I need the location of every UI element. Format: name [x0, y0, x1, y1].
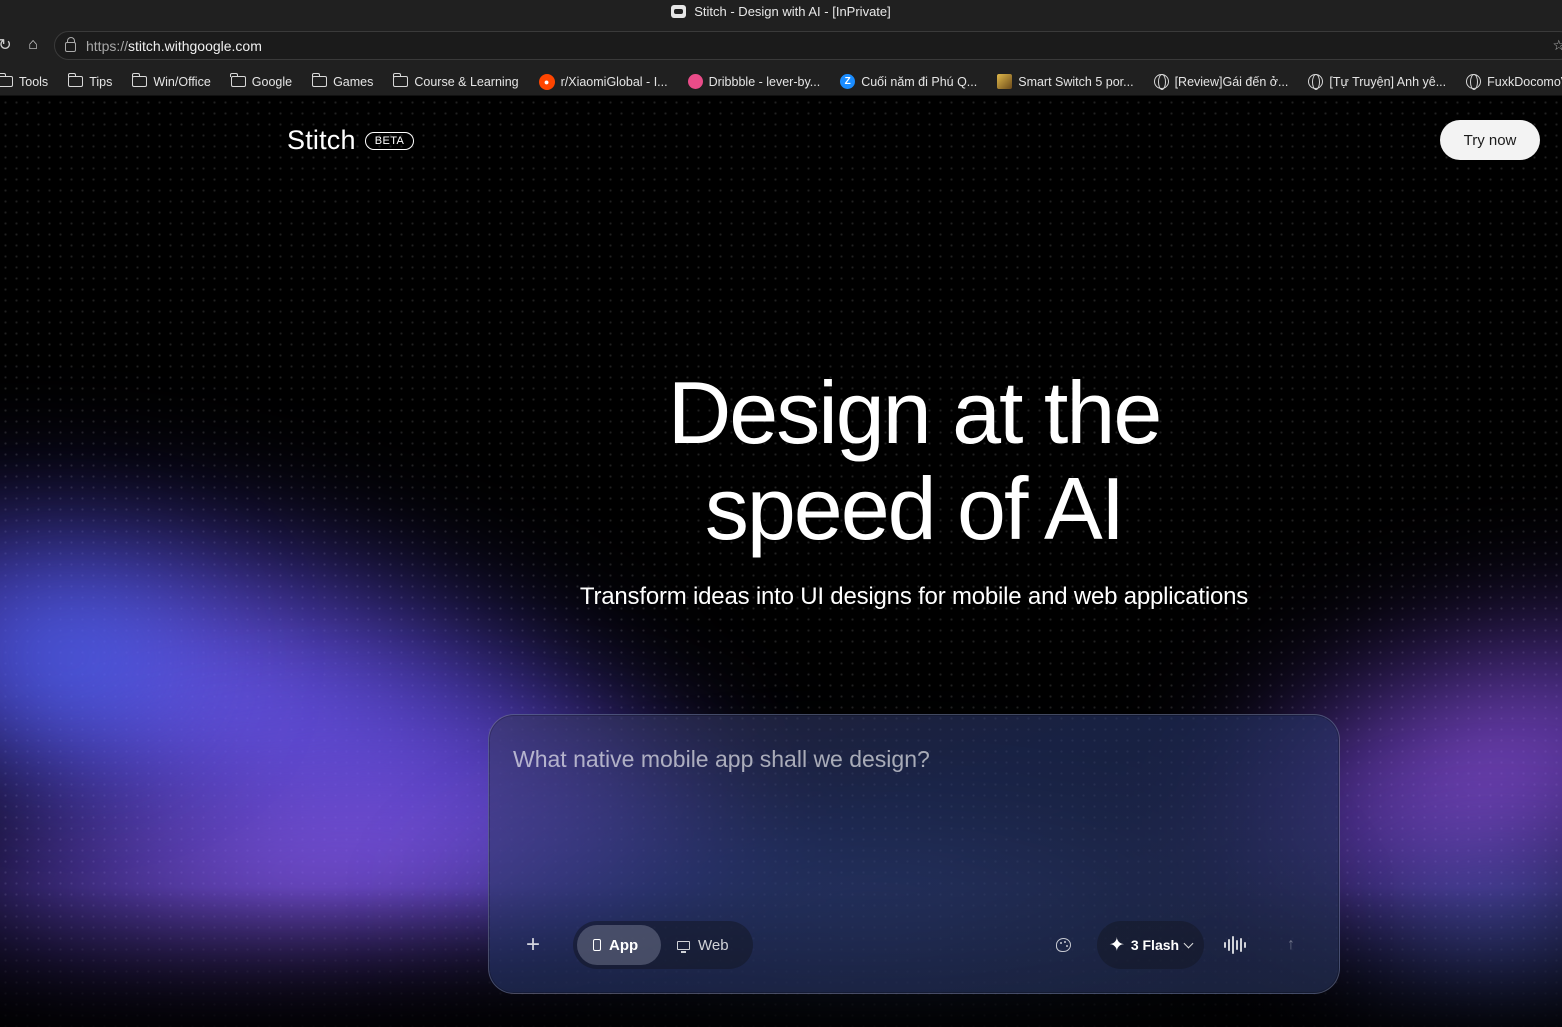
home-icon[interactable]: ⌂ — [18, 30, 48, 60]
try-now-button[interactable]: Try now — [1440, 120, 1540, 160]
hero-subtitle: Transform ideas into UI designs for mobi… — [579, 583, 1249, 610]
bookmark-label: [Tự Truyện] Anh yê... — [1329, 74, 1447, 89]
folder-icon — [311, 73, 328, 87]
window-titlebar: Stitch - Design with AI - [InPrivate] — [0, 0, 1562, 22]
prompt-card: + App Web ✦ 3 Flash — [488, 714, 1340, 994]
hero-title-line1: Design at the — [667, 363, 1163, 462]
bookmark-label: Google — [251, 74, 293, 89]
model-label: 3 Flash — [1130, 937, 1180, 953]
add-attachment-button[interactable]: + — [517, 929, 549, 961]
bookmark-label: Dribbble - lever-by... — [708, 74, 821, 89]
bookmark-games[interactable]: Games — [311, 73, 374, 89]
address-bar-row: ↻ ⌂ https:// stitch.withgoogle.com ☆ — [0, 22, 1562, 68]
zalo-icon: Z — [840, 74, 856, 89]
bookmark-google[interactable]: Google — [230, 73, 293, 89]
page-content: Stitch BETA Try now Design at the speed … — [0, 97, 1562, 1027]
bookmark-tu-truyen[interactable]: [Tự Truyện] Anh yê... — [1308, 74, 1447, 90]
palette-icon — [1055, 938, 1071, 952]
folder-icon — [67, 73, 84, 87]
voice-input-button[interactable] — [1222, 933, 1248, 957]
bookmark-label: [Review]Gái đến ở... — [1174, 74, 1289, 89]
smart-switch-icon — [997, 74, 1013, 89]
send-arrow-icon[interactable]: ↑ — [1279, 933, 1303, 957]
prompt-toolbar: + App Web ✦ 3 Flash ↑ — [489, 921, 1339, 969]
phone-icon — [593, 939, 601, 951]
stitch-favicon-icon — [671, 4, 687, 18]
dribbble-icon — [687, 74, 703, 89]
hero-title: Design at the speed of AI — [481, 365, 1347, 557]
theme-palette-button[interactable] — [1051, 933, 1075, 957]
bookmark-label: Cuối năm đi Phú Q... — [861, 74, 978, 89]
prompt-input[interactable] — [513, 739, 1313, 779]
reddit-icon: ● — [538, 73, 555, 90]
bookmark-label: Smart Switch 5 por... — [1018, 74, 1134, 89]
mode-app-label: App — [609, 936, 639, 954]
url-protocol: https:// — [86, 37, 129, 54]
mode-web-button[interactable]: Web — [661, 925, 745, 965]
model-select-button[interactable]: ✦ 3 Flash — [1097, 921, 1204, 969]
bookmark-star-icon[interactable]: ☆ — [1552, 37, 1562, 54]
lock-icon[interactable] — [65, 36, 76, 52]
window-title: Stitch - Design with AI - [InPrivate] — [694, 3, 891, 19]
bookmark-phu-quoc[interactable]: Z Cuối năm đi Phú Q... — [840, 74, 977, 89]
bookmark-tips[interactable]: Tips — [67, 73, 113, 89]
folder-icon — [131, 73, 148, 87]
chevron-down-icon — [1183, 938, 1194, 948]
folder-icon — [392, 73, 409, 87]
bookmark-label: Tips — [89, 74, 113, 89]
bookmark-label: Games — [333, 74, 374, 89]
mode-app-button[interactable]: App — [577, 925, 661, 965]
mode-web-label: Web — [698, 936, 729, 954]
hero-title-line2: speed of AI — [704, 459, 1125, 558]
address-bar[interactable]: https:// stitch.withgoogle.com ☆ — [54, 31, 1562, 60]
platform-mode-toggle: App Web — [573, 921, 753, 969]
folder-icon — [230, 73, 246, 87]
globe-icon — [1308, 74, 1324, 90]
reload-icon[interactable]: ↻ — [0, 30, 20, 60]
globe-icon — [1153, 74, 1169, 90]
bookmark-review[interactable]: [Review]Gái đến ở... — [1153, 74, 1289, 90]
bookmark-fuxkdocomo[interactable]: FuxkDocomoV3.1... — [1466, 74, 1562, 90]
bookmark-label: Win/Office — [153, 74, 211, 89]
bookmark-smart-switch[interactable]: Smart Switch 5 por... — [997, 74, 1134, 89]
url-host: stitch.withgoogle.com — [128, 37, 262, 54]
bookmark-label: Course & Learning — [414, 74, 519, 89]
bookmark-xiaomiglobal[interactable]: ● r/XiaomiGlobal - I... — [538, 73, 668, 90]
stitch-logo[interactable]: Stitch BETA — [287, 125, 415, 156]
folder-icon — [0, 73, 13, 87]
beta-badge: BETA — [364, 131, 415, 150]
bookmark-label: Tools — [19, 74, 49, 89]
bookmark-label: FuxkDocomoV3.1... — [1487, 74, 1562, 89]
sparkle-icon: ✦ — [1108, 934, 1125, 956]
monitor-icon — [677, 940, 690, 953]
bookmarks-bar: Tools Tips Win/Office Google Games Cours… — [0, 68, 1562, 96]
bookmark-tools[interactable]: Tools — [0, 73, 49, 89]
globe-icon — [1466, 74, 1482, 90]
logo-text: Stitch — [287, 125, 356, 155]
bookmark-win-office[interactable]: Win/Office — [131, 73, 211, 89]
bookmark-course-learning[interactable]: Course & Learning — [392, 73, 519, 89]
bookmark-label: r/XiaomiGlobal - I... — [560, 74, 668, 89]
bookmark-dribbble[interactable]: Dribbble - lever-by... — [687, 74, 821, 89]
